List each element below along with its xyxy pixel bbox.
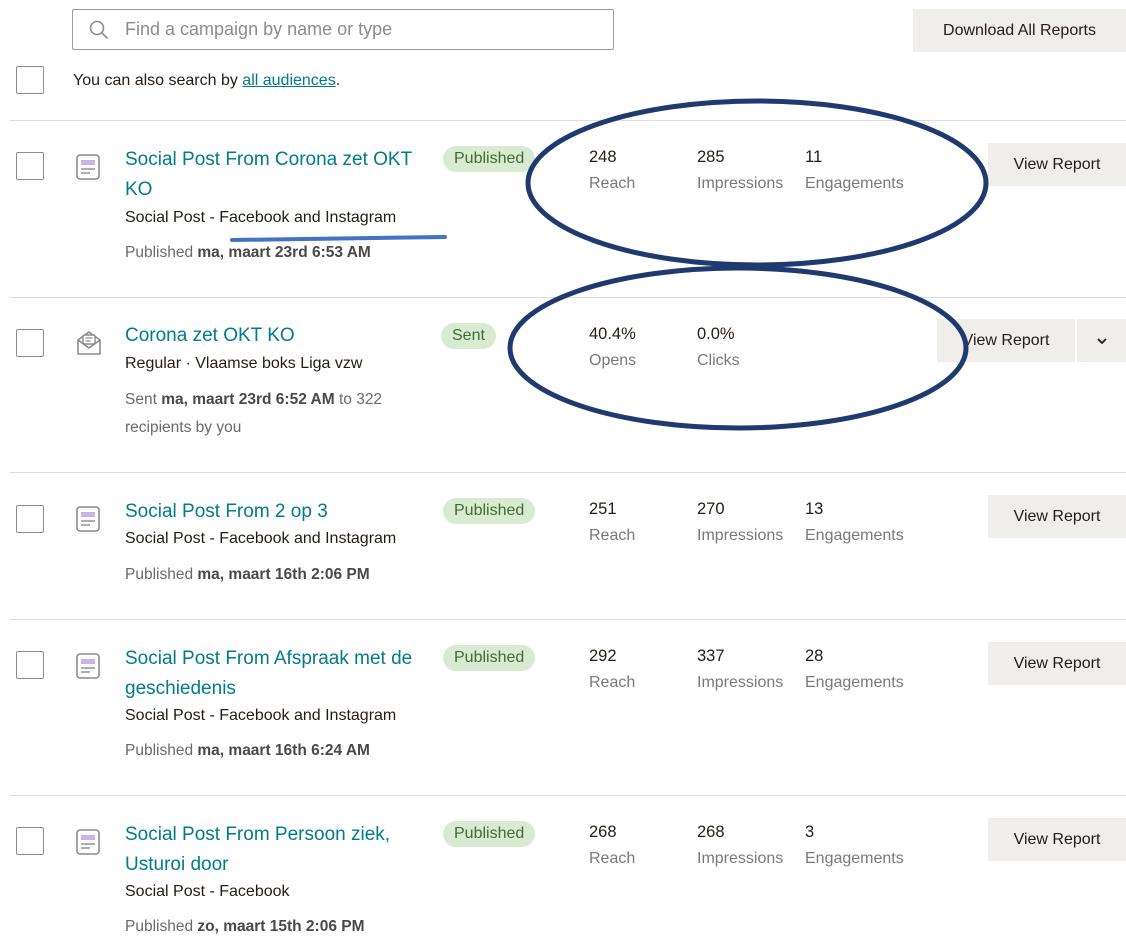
campaign-meta: Published ma, maart 23rd 6:53 AM xyxy=(125,244,371,261)
stat-impressions: 285 Impressions xyxy=(697,148,784,192)
stat-impressions: 270 Impressions xyxy=(697,500,784,544)
campaign-row: Corona zet OKT KO Regular · Vlaamse boks… xyxy=(0,298,1126,472)
social-post-icon xyxy=(76,154,100,180)
campaign-meta: Published zo, maart 15th 2:06 PM xyxy=(125,918,365,935)
row-checkbox[interactable] xyxy=(16,827,44,855)
search-box[interactable] xyxy=(72,9,614,50)
row-checkbox[interactable] xyxy=(16,152,44,180)
stat-engagements: 28 Engagements xyxy=(805,647,904,691)
stat-reach: 268 Reach xyxy=(589,823,636,867)
campaign-title-link[interactable]: Corona zet OKT KO xyxy=(125,321,430,351)
row-checkbox[interactable] xyxy=(16,329,44,357)
stat-impressions: 337 Impressions xyxy=(697,647,784,691)
status-badge: Published xyxy=(443,645,536,671)
campaign-meta: Sent ma, maart 23rd 6:52 AM to 322 recip… xyxy=(125,391,383,436)
email-campaign-icon xyxy=(77,331,101,355)
campaign-title-link[interactable]: Social Post From 2 op 3 xyxy=(125,497,430,527)
view-report-button[interactable]: View Report xyxy=(988,818,1126,861)
campaign-row: Social Post From 2 op 3 Social Post - Fa… xyxy=(0,473,1126,619)
campaign-row: Social Post From Afspraak met de geschie… xyxy=(0,620,1126,795)
stat-opens: 40.4% Opens xyxy=(589,325,637,369)
campaign-subtitle: Social Post - Facebook and Instagram xyxy=(125,707,397,724)
search-hint: You can also search by all audiences. xyxy=(73,72,341,89)
campaign-subtitle: Regular · Vlaamse boks Liga vzw xyxy=(125,355,363,372)
download-all-reports-button[interactable]: Download All Reports xyxy=(913,9,1126,52)
view-report-button[interactable]: View Report xyxy=(937,319,1077,362)
stat-reach: 251 Reach xyxy=(589,500,636,544)
campaign-meta: Published ma, maart 16th 6:24 AM xyxy=(125,742,370,759)
view-report-button[interactable]: View Report xyxy=(988,495,1126,538)
campaign-subtitle: Social Post - Facebook and Instagram xyxy=(125,530,397,547)
row-checkbox[interactable] xyxy=(16,505,44,533)
campaign-subtitle: Social Post - Facebook xyxy=(125,883,290,900)
campaign-row: Social Post From Corona zet OKT KO Socia… xyxy=(0,121,1126,297)
stat-reach: 248 Reach xyxy=(589,148,636,192)
search-icon xyxy=(89,20,109,39)
stat-impressions: 268 Impressions xyxy=(697,823,784,867)
all-audiences-link[interactable]: all audiences xyxy=(242,72,335,89)
row-checkbox[interactable] xyxy=(16,651,44,679)
view-report-button[interactable]: View Report xyxy=(988,143,1126,186)
stat-engagements: 3 Engagements xyxy=(805,823,904,867)
select-all-checkbox[interactable] xyxy=(16,66,44,94)
social-post-icon xyxy=(76,653,100,679)
campaign-title-link[interactable]: Social Post From Persoon ziek, Usturoi d… xyxy=(125,820,430,880)
campaign-subtitle: Social Post - Facebook and Instagram xyxy=(125,209,397,226)
status-badge: Sent xyxy=(441,323,496,349)
stat-reach: 292 Reach xyxy=(589,647,636,691)
social-post-icon xyxy=(76,506,100,532)
chevron-down-icon[interactable] xyxy=(1077,319,1126,362)
view-report-split-button: View Report xyxy=(937,319,1126,362)
campaign-title-link[interactable]: Social Post From Afspraak met de geschie… xyxy=(125,644,430,704)
status-badge: Published xyxy=(443,498,536,524)
search-input[interactable] xyxy=(123,18,567,41)
stat-clicks: 0.0% Clicks xyxy=(697,325,740,369)
view-report-button[interactable]: View Report xyxy=(988,642,1126,685)
stat-engagements: 11 Engagements xyxy=(805,148,904,192)
status-badge: Published xyxy=(443,146,536,172)
stat-engagements: 13 Engagements xyxy=(805,500,904,544)
campaign-title-link[interactable]: Social Post From Corona zet OKT KO xyxy=(125,145,430,205)
campaign-row: Social Post From Persoon ziek, Usturoi d… xyxy=(0,796,1126,939)
campaign-meta: Published ma, maart 16th 2:06 PM xyxy=(125,566,370,583)
social-post-icon xyxy=(76,829,100,855)
status-badge: Published xyxy=(443,821,536,847)
